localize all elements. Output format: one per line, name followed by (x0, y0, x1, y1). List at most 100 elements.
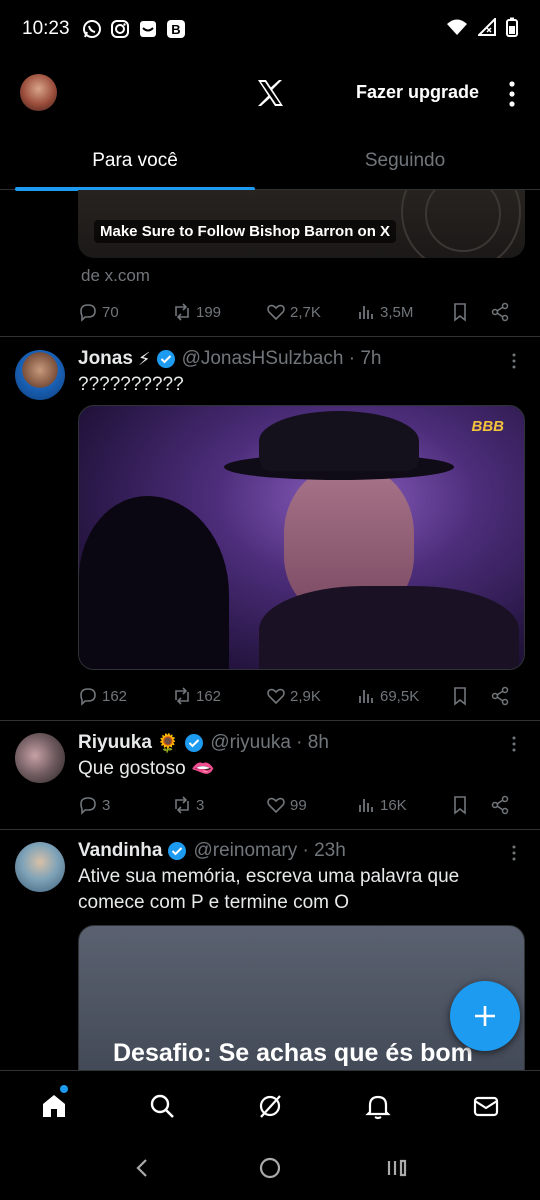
profile-avatar[interactable] (20, 74, 57, 111)
views-icon (359, 690, 373, 703)
author-name[interactable]: Riyuuka (78, 732, 152, 754)
views-button[interactable]: 3,5M (356, 302, 413, 322)
reply-count: 70 (102, 303, 119, 321)
media-figure (79, 496, 229, 669)
avatar[interactable] (15, 733, 65, 783)
author-handle[interactable]: @reinomary · 23h (193, 840, 345, 862)
post-divider (0, 829, 540, 830)
nav-search[interactable] (108, 1071, 216, 1140)
whatsapp-icon (82, 19, 102, 39)
inbox-icon (138, 19, 158, 39)
avatar[interactable] (15, 350, 65, 400)
media-caption: Desafio: Se achas que és bom (113, 1039, 473, 1067)
views-button[interactable]: 16K (356, 795, 407, 815)
tab-label: Para você (92, 150, 178, 171)
tab-seguindo[interactable]: Seguindo (270, 128, 540, 189)
compose-button[interactable] (450, 981, 520, 1051)
search-icon (150, 1094, 174, 1118)
status-time: 10:23 (22, 18, 70, 39)
name-emoji: 🌻 (156, 732, 180, 753)
nav-messages[interactable] (432, 1071, 540, 1140)
instagram-icon (110, 19, 130, 39)
bookmark-icon (454, 687, 466, 706)
author-name[interactable]: Vandinha (78, 840, 162, 862)
reply-button[interactable]: 70 (78, 302, 119, 322)
like-count: 99 (290, 796, 307, 814)
views-button[interactable]: 69,5K (356, 686, 419, 706)
share-icon (491, 795, 509, 815)
grok-icon (259, 1094, 281, 1118)
top-header: Fazer upgrade (0, 58, 540, 128)
battery-icon (506, 17, 518, 42)
author-handle[interactable]: @riyuuka · 8h (210, 732, 329, 754)
more-options-icon[interactable] (502, 80, 522, 108)
share-button[interactable] (490, 795, 510, 815)
link-card-caption[interactable]: Make Sure to Follow Bishop Barron on X (94, 220, 397, 243)
nav-grok[interactable] (216, 1071, 324, 1140)
bbb-logo: BBB (471, 418, 505, 435)
like-count: 2,9K (290, 687, 321, 705)
b-app-icon: B (166, 19, 186, 39)
repost-icon (175, 303, 189, 321)
upgrade-button[interactable]: Fazer upgrade (356, 82, 479, 103)
link-source[interactable]: de x.com (81, 266, 150, 286)
heart-icon (267, 688, 285, 705)
tweet-actions: 70 199 2,7K 3,5M (78, 298, 518, 326)
reply-icon (80, 688, 96, 706)
like-button[interactable]: 2,7K (266, 302, 321, 322)
tweet-header: Vandinha @reinomary · 23h (78, 840, 346, 862)
views-icon (359, 799, 373, 812)
notifications-icon (365, 1095, 391, 1119)
repost-icon (175, 796, 189, 814)
like-button[interactable]: 2,9K (266, 686, 321, 706)
timeline-feed[interactable]: Make Sure to Follow Bishop Barron on X d… (0, 190, 540, 1070)
views-count: 16K (380, 796, 407, 814)
share-icon (491, 686, 509, 706)
media-figure (259, 411, 419, 471)
post-divider (0, 720, 540, 721)
like-button[interactable]: 99 (266, 795, 307, 815)
avatar[interactable] (15, 842, 65, 892)
reply-icon (80, 304, 96, 322)
nav-home[interactable] (0, 1071, 108, 1140)
repost-icon (175, 687, 189, 705)
media-figure (259, 586, 519, 669)
feed-tabs: Para você Seguindo (0, 128, 540, 191)
tweet-more-icon[interactable] (505, 352, 523, 370)
back-icon[interactable] (131, 1156, 155, 1185)
nav-notifications[interactable] (324, 1071, 432, 1140)
author-handle[interactable]: @JonasHSulzbach · 7h (182, 348, 382, 370)
reply-button[interactable]: 3 (78, 795, 110, 815)
repost-button[interactable]: 3 (172, 795, 204, 815)
post-divider (0, 336, 540, 337)
repost-button[interactable]: 199 (172, 302, 221, 322)
tweet-header: Riyuuka 🌻 @riyuuka · 8h (78, 732, 329, 754)
reply-button[interactable]: 162 (78, 686, 127, 706)
repost-count: 3 (196, 796, 205, 814)
bookmark-button[interactable] (450, 686, 470, 706)
repost-count: 199 (196, 303, 222, 321)
tweet-more-icon[interactable] (505, 735, 523, 753)
tweet-media-image[interactable]: BBB (78, 405, 525, 670)
bookmark-icon (454, 796, 466, 815)
tweet-actions: 3 3 99 16K (78, 791, 518, 819)
home-circle-icon[interactable] (258, 1156, 282, 1185)
recents-icon[interactable] (385, 1156, 409, 1185)
author-name[interactable]: Jonas (78, 348, 133, 370)
repost-button[interactable]: 162 (172, 686, 221, 706)
tab-para-voce[interactable]: Para você (0, 128, 270, 191)
bookmark-button[interactable] (450, 302, 470, 322)
home-icon (43, 1094, 65, 1117)
x-logo-icon[interactable] (255, 78, 285, 108)
heart-icon (267, 304, 285, 321)
tab-label: Seguindo (364, 150, 446, 171)
tweet-more-icon[interactable] (505, 844, 523, 862)
system-navigation (0, 1140, 540, 1200)
reply-count: 162 (102, 687, 128, 705)
tweet-actions: 162 162 2,9K 69,5K (78, 682, 518, 710)
share-button[interactable] (490, 302, 510, 322)
bookmark-button[interactable] (450, 795, 470, 815)
views-count: 3,5M (380, 303, 414, 321)
share-button[interactable] (490, 686, 510, 706)
bookmark-icon (454, 303, 466, 322)
